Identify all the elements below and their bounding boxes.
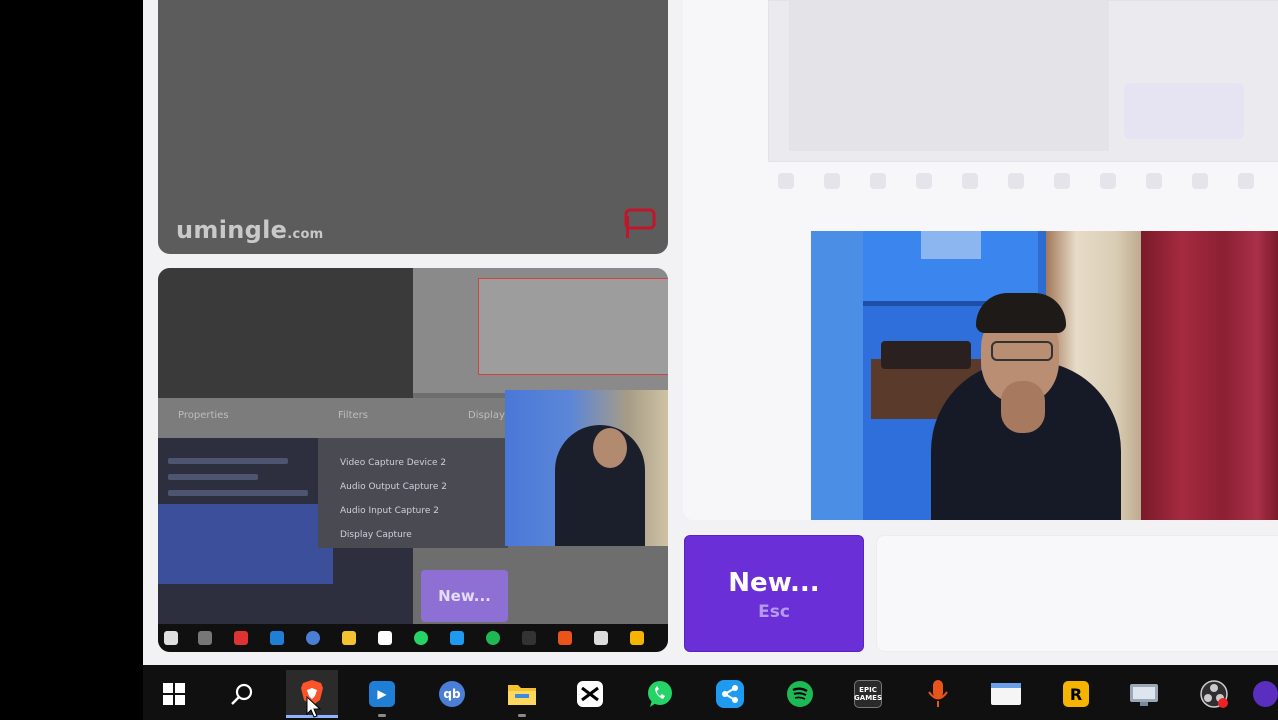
window-app-icon — [991, 683, 1021, 705]
nested-screen-capture: Properties Filters Display Video Capture… — [158, 268, 668, 652]
nested-mic-icon — [558, 631, 572, 645]
nested-source: Display Capture — [340, 530, 412, 540]
stranger-video: umingle.com — [158, 0, 668, 254]
nested-epic-icon — [522, 631, 536, 645]
taskbar-spotify[interactable] — [774, 670, 826, 718]
nested-search-icon — [198, 631, 212, 645]
brand-watermark: umingle.com — [176, 216, 324, 244]
ghost-inner — [789, 1, 1109, 151]
cam-person-hand — [1001, 381, 1045, 433]
taskbar-capcut[interactable] — [564, 670, 616, 718]
brand-logo-icon — [624, 208, 656, 238]
umingle-app: umingle.com Properties Filters Display V… — [143, 0, 1278, 665]
ghost-frame — [768, 0, 1278, 162]
ghost-taskbar — [768, 168, 1278, 194]
taskbar-microphone-app[interactable] — [912, 670, 964, 718]
chat-input-area[interactable] — [876, 535, 1278, 652]
taskbar-app-blue[interactable]: ▶ — [356, 670, 408, 718]
brand-suffix: .com — [287, 227, 324, 242]
taskbar-rockstar[interactable]: R — [1050, 670, 1102, 718]
brand-name: umingle — [176, 216, 288, 244]
network-app-icon — [1130, 684, 1158, 706]
nested-tab: Properties — [178, 410, 229, 421]
ghost-icon — [870, 173, 886, 189]
nested-capcut-icon — [378, 631, 392, 645]
taskbar-file-explorer[interactable] — [496, 670, 548, 718]
ghost-button — [1124, 83, 1244, 139]
new-chat-button[interactable]: New... Esc — [684, 535, 864, 652]
nested-folder-icon — [342, 631, 356, 645]
microphone-app-icon — [928, 680, 948, 707]
nested-app-icon — [270, 631, 284, 645]
nested-obs-blue-panel — [158, 504, 333, 584]
nested-windows-icon — [164, 631, 178, 645]
taskbar-qbittorrent[interactable]: qb — [426, 670, 478, 718]
epic-games-icon: EPIC GAMES — [854, 680, 882, 708]
nested-taskbar — [158, 624, 668, 652]
nested-rockstar-icon — [630, 631, 644, 645]
nested-row — [168, 458, 288, 464]
file-explorer-icon — [508, 685, 536, 705]
self-camera-feed — [811, 231, 1278, 520]
ghost-icon — [1146, 173, 1162, 189]
left-black-margin — [0, 0, 143, 720]
cam-person-glasses — [991, 341, 1053, 361]
cam-wall — [811, 231, 871, 520]
capcut-icon — [577, 681, 603, 707]
cam-ceiling — [921, 231, 981, 259]
ghost-icon — [1054, 173, 1070, 189]
cam-person-hair — [976, 293, 1066, 333]
ghost-icon — [916, 173, 932, 189]
windows-start-icon — [163, 683, 185, 705]
obs-icon — [1200, 680, 1228, 708]
nested-source: Audio Output Capture 2 — [340, 482, 447, 492]
nested-inner-frame — [478, 278, 668, 375]
ghost-icon — [824, 173, 840, 189]
search-icon — [231, 683, 253, 705]
start-button[interactable] — [148, 670, 200, 718]
whatsapp-icon — [648, 681, 672, 707]
cam-curtain-red — [1141, 231, 1278, 520]
nested-spotify-icon — [486, 631, 500, 645]
rockstar-icon: R — [1063, 681, 1089, 707]
taskbar-network-app[interactable] — [1118, 670, 1170, 718]
taskbar-shareit[interactable] — [704, 670, 756, 718]
ghost-icon — [1192, 173, 1208, 189]
new-button-hint: Esc — [758, 602, 790, 622]
nested-source: Video Capture Device 2 — [340, 458, 447, 468]
nested-row — [168, 490, 308, 496]
ghost-icon — [1100, 173, 1116, 189]
app-icon-purple — [1253, 681, 1278, 707]
nested-tab: Display — [468, 410, 505, 421]
taskbar-obs[interactable] — [1188, 670, 1240, 718]
app-icon-blue: ▶ — [369, 681, 395, 707]
nested-qb-icon — [306, 631, 320, 645]
qbittorrent-icon: qb — [439, 681, 465, 707]
ghost-icon — [1238, 173, 1254, 189]
nested-person-head — [593, 428, 627, 468]
spotify-icon — [787, 681, 813, 707]
nested-shareit-icon — [450, 631, 464, 645]
ghost-icon — [1008, 173, 1024, 189]
shareit-icon — [716, 680, 744, 708]
search-button[interactable] — [216, 670, 268, 718]
ghost-icon — [962, 173, 978, 189]
nested-source: Audio Input Capture 2 — [340, 506, 439, 516]
nested-window-icon — [594, 631, 608, 645]
nested-new-button: New... — [421, 570, 508, 622]
ghost-icon — [778, 173, 794, 189]
new-button-label: New... — [728, 568, 820, 598]
taskbar-overflow-app[interactable] — [1253, 670, 1278, 718]
nested-sources-list: Video Capture Device 2 Audio Output Capt… — [318, 438, 508, 548]
mouse-cursor-icon — [306, 696, 322, 718]
taskbar-whatsapp[interactable] — [634, 670, 686, 718]
nested-row — [168, 474, 258, 480]
taskbar-epic-games[interactable]: EPIC GAMES — [842, 670, 894, 718]
nested-brave-icon — [234, 631, 248, 645]
taskbar-window-app[interactable] — [980, 670, 1032, 718]
nested-camera-feed — [505, 390, 668, 546]
nested-whatsapp-icon — [414, 631, 428, 645]
cam-shelf-items — [881, 341, 971, 369]
nested-tab: Filters — [338, 410, 368, 421]
